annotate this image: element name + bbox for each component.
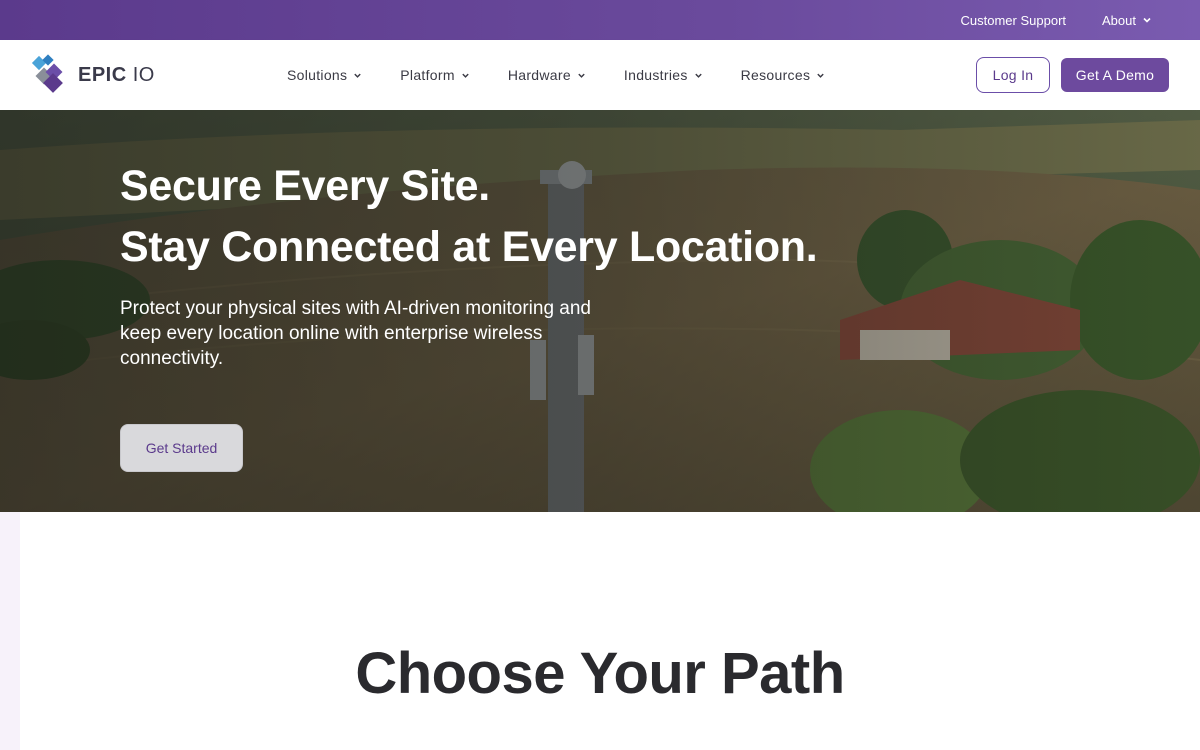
nav-resources[interactable]: Resources [741, 67, 826, 83]
main-navbar: EPIC IO Solutions Platform Hardware Indu… [0, 40, 1200, 110]
customer-support-label: Customer Support [960, 12, 1067, 28]
hero-banner: Secure Every Site. Stay Connected at Eve… [0, 110, 1200, 512]
section-title: Choose Your Path [355, 641, 845, 706]
epic-io-logo-mark [31, 54, 63, 93]
hero-subtitle: Protect your physical sites with AI-driv… [120, 298, 591, 369]
nav-industries-label: Industries [623, 67, 688, 83]
nav-platform-label: Platform [400, 67, 455, 83]
nav-solutions[interactable]: Solutions [287, 67, 362, 83]
about-menu[interactable]: About [1102, 13, 1152, 28]
utility-bar: Customer Support About [0, 0, 1200, 40]
hero-title-line2: Stay Connected at Every Location. [120, 223, 818, 271]
chevron-down-icon [578, 73, 585, 78]
get-demo-button[interactable]: Get A Demo [1061, 58, 1169, 92]
nav-industries[interactable]: Industries [624, 67, 703, 83]
login-button[interactable]: Log In [976, 57, 1050, 93]
brand-logo[interactable]: EPIC IO [30, 54, 155, 96]
hero-title-line1: Secure Every Site. [120, 162, 490, 210]
get-started-button[interactable]: Get Started [120, 424, 243, 472]
chevron-down-icon [694, 73, 702, 78]
hero-title: Secure Every Site. Stay Connected at Eve… [120, 156, 818, 278]
about-label: About [1102, 12, 1136, 28]
brand-name-light: IO [132, 63, 155, 86]
nav-platform[interactable]: Platform [400, 67, 470, 83]
nav-solutions-label: Solutions [287, 67, 348, 83]
brand-name-bold: EPIC [78, 63, 127, 86]
chevron-down-icon [817, 73, 824, 78]
nav-hardware[interactable]: Hardware [508, 67, 586, 83]
chevron-down-icon [1143, 17, 1151, 23]
nav-hardware-label: Hardware [507, 67, 571, 83]
chevron-down-icon [354, 73, 362, 78]
left-edge-strip [0, 512, 20, 750]
customer-support-link[interactable]: Customer Support [961, 13, 1067, 28]
brand-name: EPIC IO [78, 64, 155, 87]
nav-links: Solutions Platform Hardware Industries R… [287, 40, 825, 110]
chevron-down-icon [462, 73, 469, 78]
nav-resources-label: Resources [740, 67, 811, 83]
choose-path-section [20, 512, 1200, 750]
